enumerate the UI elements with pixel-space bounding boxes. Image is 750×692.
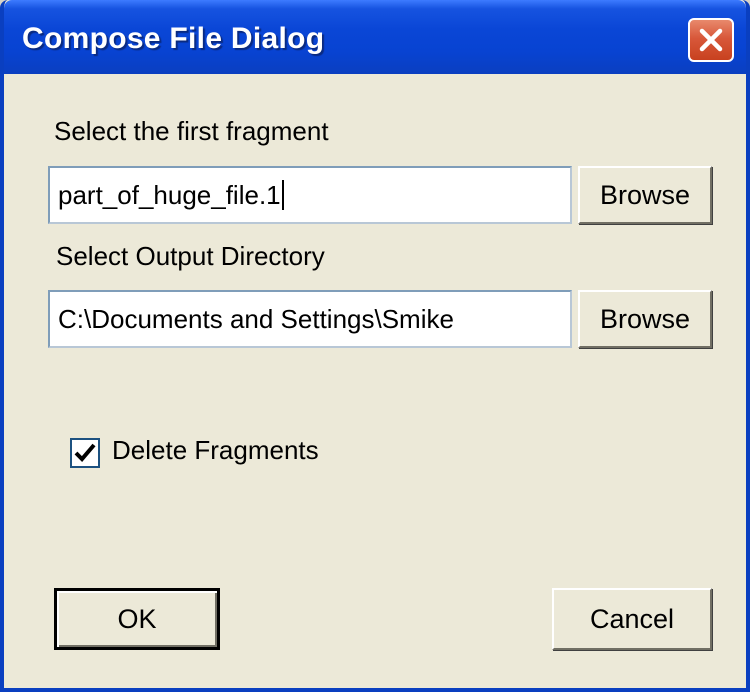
- output-directory-input[interactable]: C:\Documents and Settings\Smike: [48, 290, 572, 348]
- close-icon: [699, 28, 723, 52]
- cancel-button[interactable]: Cancel: [552, 588, 712, 650]
- dialog-title: Compose File Dialog: [22, 22, 325, 55]
- delete-fragments-checkbox[interactable]: [70, 438, 100, 468]
- output-directory-value: C:\Documents and Settings\Smike: [58, 303, 454, 334]
- delete-fragments-label[interactable]: Delete Fragments: [112, 435, 319, 466]
- title-bar[interactable]: Compose File Dialog: [4, 0, 746, 74]
- first-fragment-input[interactable]: part_of_huge_file.1: [48, 166, 572, 224]
- browse-fragment-button[interactable]: Browse: [578, 166, 712, 224]
- browse-directory-button[interactable]: Browse: [578, 290, 712, 348]
- output-directory-label: Select Output Directory: [56, 241, 325, 271]
- checkmark-icon: [74, 443, 96, 462]
- close-button[interactable]: [688, 18, 734, 62]
- ok-button[interactable]: OK: [54, 588, 220, 650]
- first-fragment-value: part_of_huge_file.1: [58, 179, 281, 210]
- first-fragment-label: Select the first fragment: [54, 116, 329, 146]
- text-caret: [281, 180, 284, 210]
- compose-file-dialog: Compose File Dialog Select the first fra…: [0, 0, 750, 692]
